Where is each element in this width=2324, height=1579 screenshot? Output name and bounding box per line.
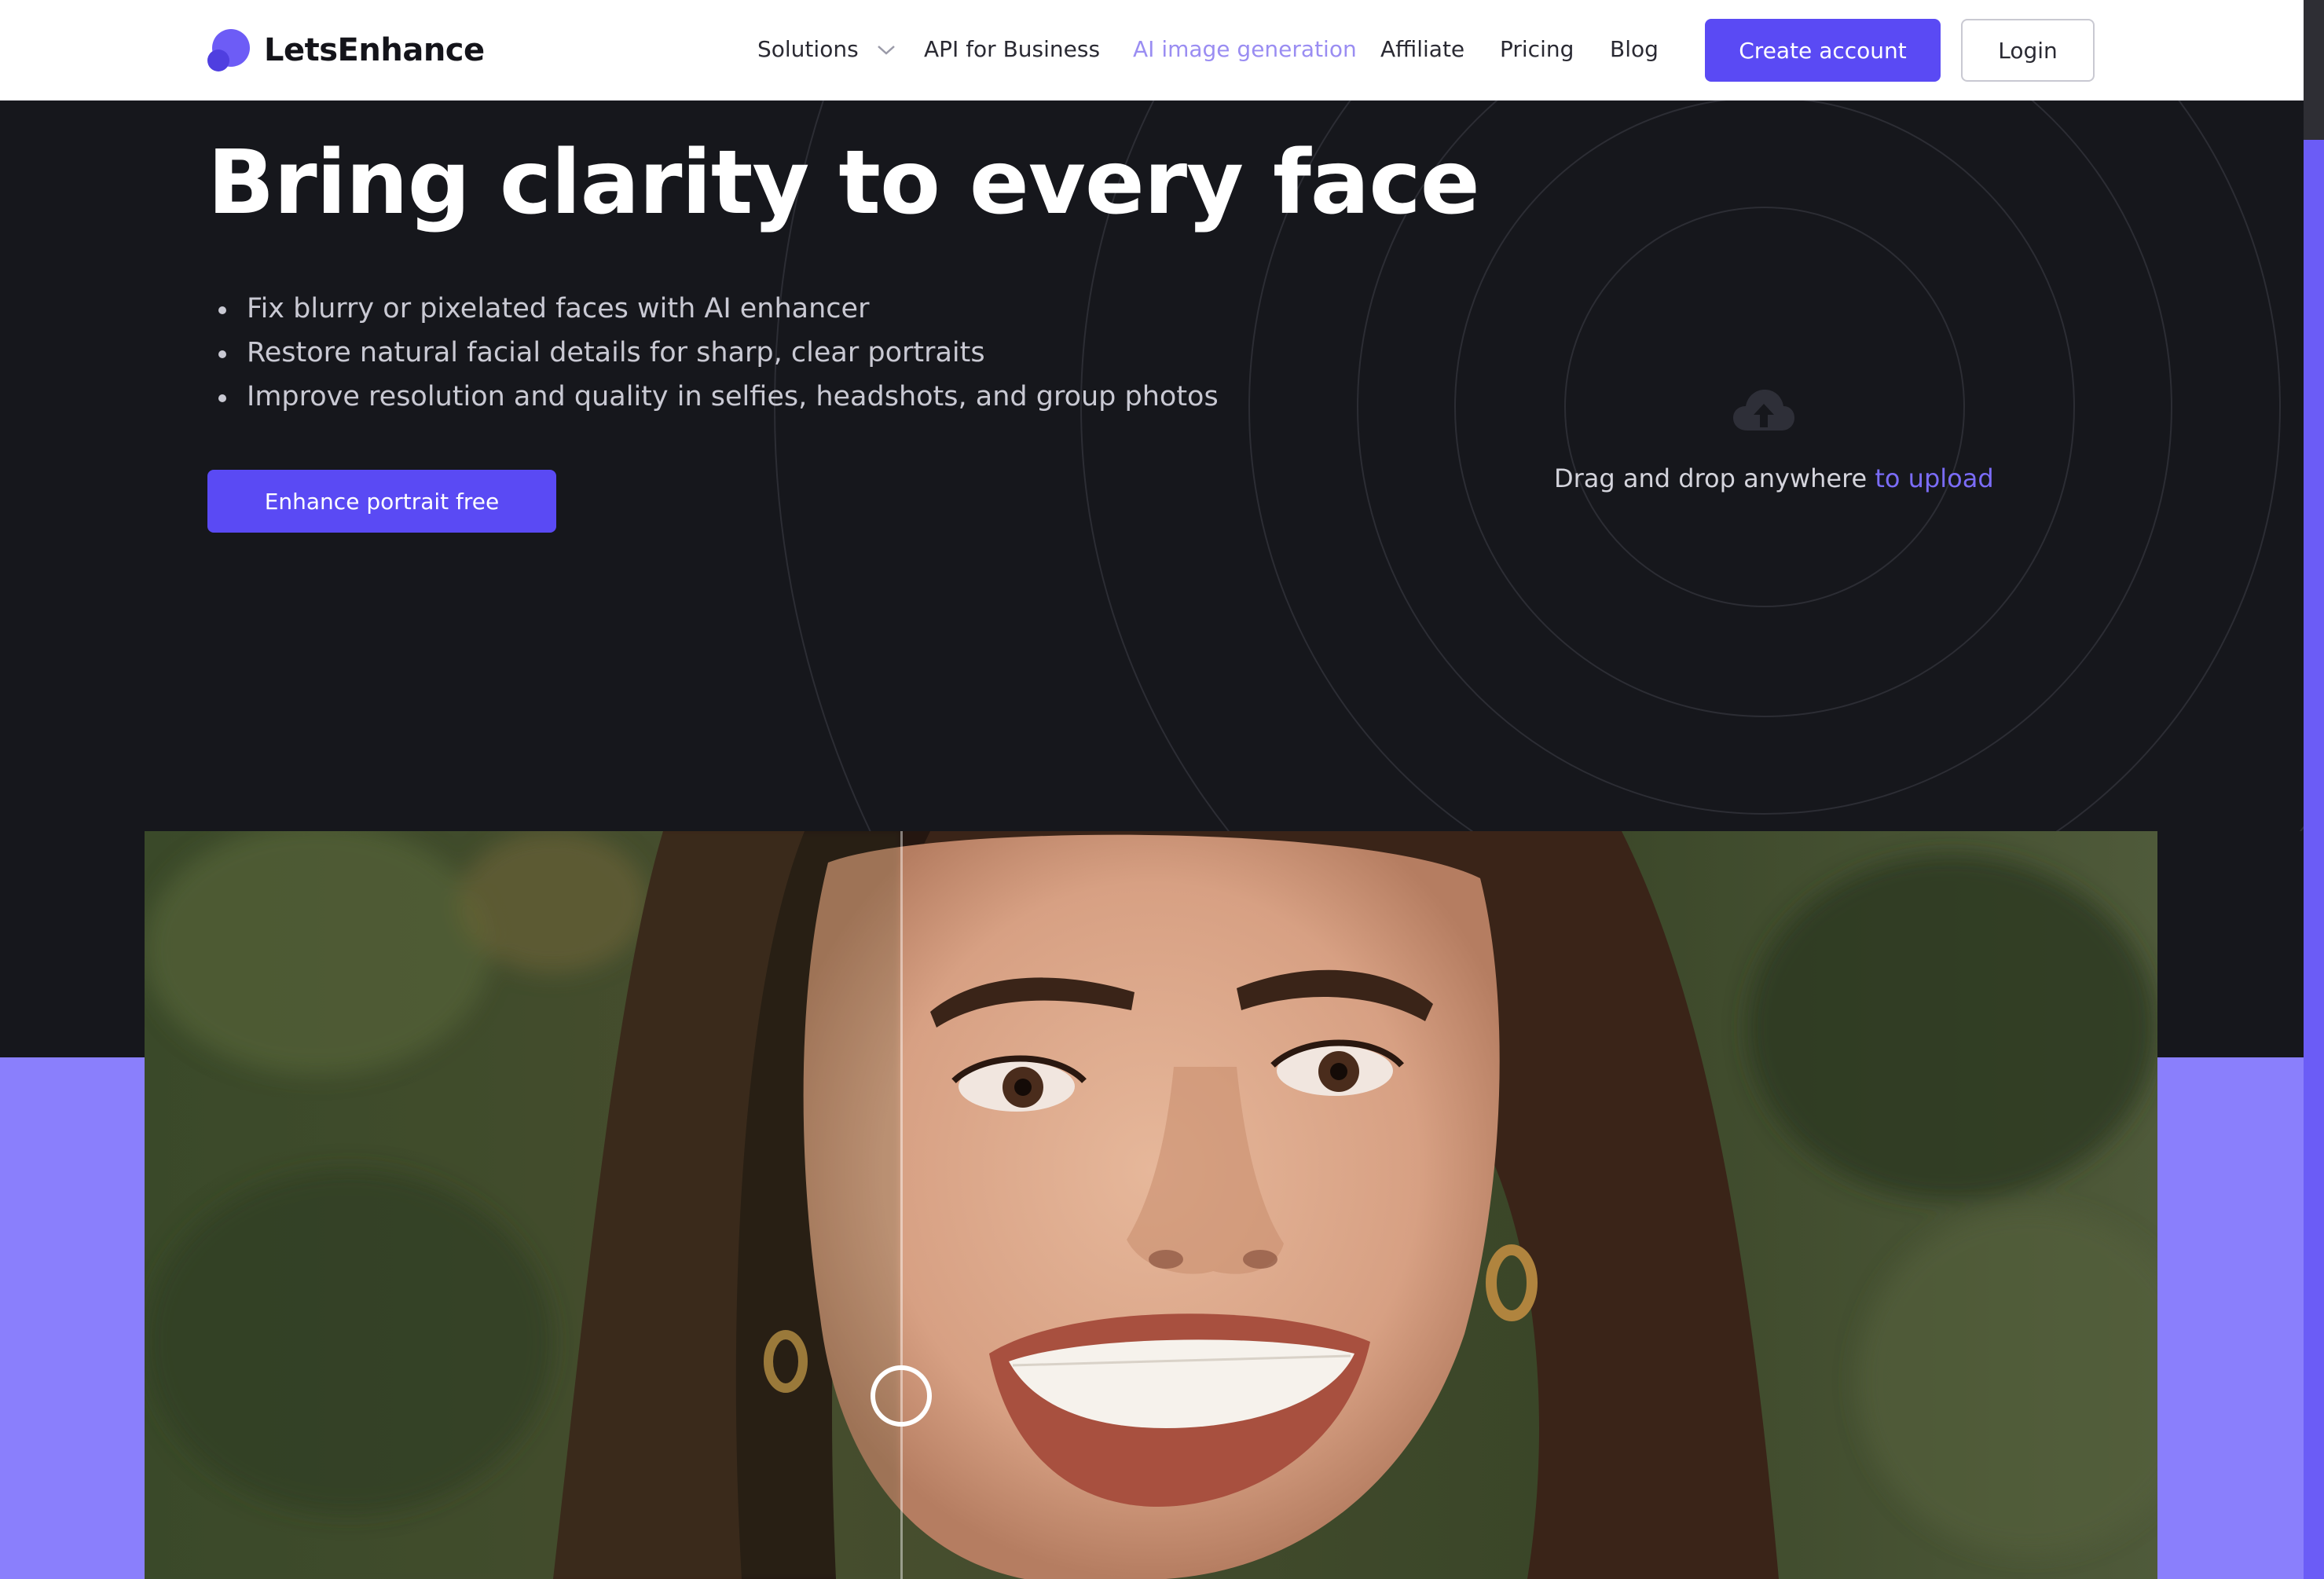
- page: LetsEnhance Solutions API for Business A…: [0, 0, 2324, 1579]
- scrollbar-thumb[interactable]: [2304, 140, 2324, 1579]
- feature-item: Fix blurry or pixelated faces with AI en…: [218, 291, 1219, 335]
- create-account-button[interactable]: Create account: [1705, 19, 1941, 82]
- login-button[interactable]: Login: [1961, 19, 2095, 82]
- logo-text: LetsEnhance: [264, 32, 485, 68]
- hero-title: Bring clarity to every face: [207, 132, 1480, 234]
- upload-drop-zone[interactable]: Drag and drop anywhere to upload: [1554, 463, 1994, 493]
- upload-text: Drag and drop anywhere: [1554, 463, 1875, 493]
- nav-ai-image-generation[interactable]: AI image generation: [1133, 36, 1357, 62]
- site-header: LetsEnhance Solutions API for Business A…: [0, 0, 2304, 101]
- upload-link[interactable]: to upload: [1875, 463, 1993, 493]
- feature-item: Improve resolution and quality in selfie…: [218, 379, 1219, 423]
- logo[interactable]: LetsEnhance: [207, 28, 485, 72]
- enhance-portrait-button[interactable]: Enhance portrait free: [207, 470, 556, 533]
- nav-solutions[interactable]: Solutions: [757, 36, 896, 62]
- nav-solutions-label: Solutions: [757, 36, 859, 62]
- logo-icon: [207, 29, 250, 71]
- comparison-divider[interactable]: [900, 831, 903, 1579]
- nav-blog[interactable]: Blog: [1610, 36, 1659, 62]
- nav-api-for-business[interactable]: API for Business: [924, 36, 1100, 62]
- nav-pricing[interactable]: Pricing: [1500, 36, 1574, 62]
- chevron-down-icon: [877, 46, 895, 55]
- portrait-photo: [145, 831, 2157, 1579]
- feature-list: Fix blurry or pixelated faces with AI en…: [218, 291, 1219, 423]
- feature-item: Restore natural facial details for sharp…: [218, 335, 1219, 379]
- cloud-upload-icon[interactable]: [1732, 387, 1796, 434]
- before-after-comparison[interactable]: [145, 831, 2157, 1579]
- nav-affiliate[interactable]: Affiliate: [1380, 36, 1464, 62]
- slider-handle-icon[interactable]: [871, 1365, 932, 1427]
